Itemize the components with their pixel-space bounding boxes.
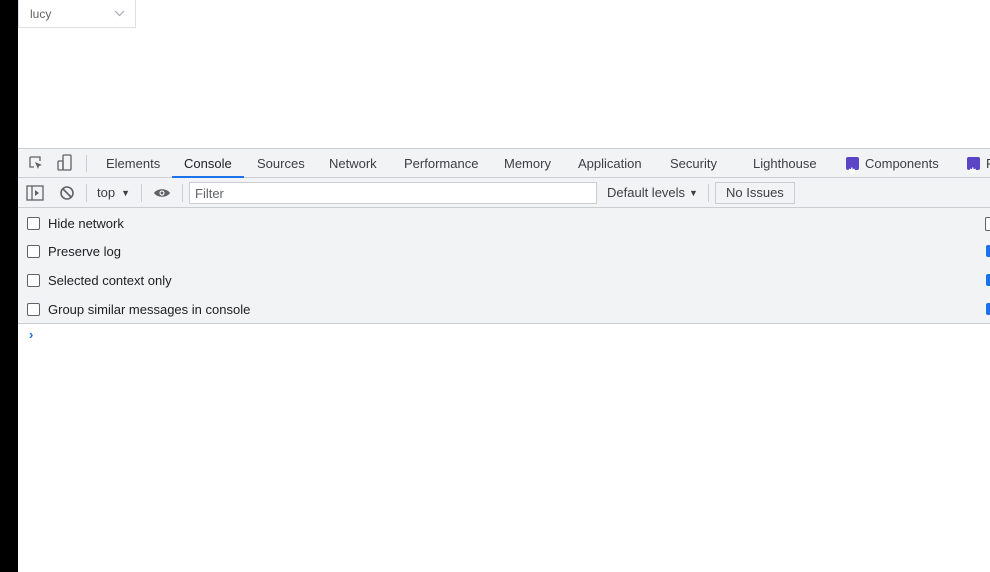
tab-elements[interactable]: Elements (106, 149, 160, 178)
tab-components-label: Components (865, 156, 939, 171)
chevron-down-icon (113, 8, 125, 20)
live-expression-eye-icon[interactable] (153, 184, 171, 202)
selected-context-only-label: Selected context only (48, 272, 172, 288)
tab-components[interactable]: Components (846, 149, 939, 186)
group-similar-option[interactable]: Group similar messages in console (27, 299, 250, 319)
console-filter-input[interactable] (189, 182, 597, 204)
preserve-log-label: Preserve log (48, 243, 121, 259)
toolbar-divider (141, 184, 142, 202)
tab-memory[interactable]: Memory (504, 149, 551, 178)
tab-network[interactable]: Network (329, 149, 377, 178)
console-toolbar: top▼ Default levels▼ No Issues (18, 178, 990, 208)
left-edge-strip (0, 0, 18, 572)
console-prompt-icon[interactable]: › (29, 327, 33, 342)
devtools-panel: Elements Console Sources Network Perform… (18, 148, 990, 572)
preserve-log-checkbox[interactable] (27, 244, 40, 258)
hide-network-option[interactable]: Hide network (27, 213, 124, 233)
group-similar-checkbox[interactable] (27, 302, 40, 316)
issues-button[interactable]: No Issues (715, 182, 795, 204)
page-content: lucy (18, 0, 990, 148)
context-dropdown-arrow-icon: ▼ (121, 188, 130, 198)
sidebar-toggle-icon[interactable] (26, 184, 44, 202)
toolbar-divider (708, 184, 709, 202)
levels-dropdown-arrow-icon: ▼ (689, 188, 698, 198)
inspect-element-icon[interactable] (27, 154, 45, 172)
toolbar-divider (182, 184, 183, 202)
clear-console-icon[interactable] (58, 184, 76, 202)
tab-profiler-label: P (986, 156, 990, 171)
right-column-checkbox[interactable] (985, 217, 990, 231)
preserve-log-option[interactable]: Preserve log (27, 241, 121, 261)
tab-security[interactable]: Security (670, 149, 717, 178)
right-column-checkbox[interactable] (986, 245, 990, 257)
device-toolbar-icon[interactable] (56, 154, 74, 172)
tab-lighthouse[interactable]: Lighthouse (753, 149, 817, 178)
react-components-icon (846, 156, 859, 186)
devtools-tab-bar: Elements Console Sources Network Perform… (18, 149, 990, 186)
tab-performance[interactable]: Performance (404, 149, 478, 178)
right-column-checkbox[interactable] (986, 303, 990, 315)
hide-network-checkbox[interactable] (27, 216, 40, 230)
user-select[interactable]: lucy (18, 0, 136, 28)
tab-sources[interactable]: Sources (257, 149, 305, 178)
react-profiler-icon (967, 156, 980, 186)
tab-application[interactable]: Application (578, 149, 642, 178)
user-select-value: lucy (30, 6, 52, 21)
group-similar-label: Group similar messages in console (48, 301, 251, 317)
selected-context-only-option[interactable]: Selected context only (27, 270, 172, 290)
hide-network-label: Hide network (48, 215, 124, 231)
context-label: top (97, 185, 116, 200)
tab-profiler[interactable]: P (967, 149, 990, 186)
log-levels-select[interactable]: Default levels ▼ (607, 185, 698, 200)
selected-context-only-checkbox[interactable] (27, 273, 40, 287)
toolbar-divider (86, 184, 87, 202)
javascript-context-select[interactable]: top ▼ (97, 185, 130, 200)
log-levels-label: Default levels (607, 185, 686, 200)
right-column-checkbox[interactable] (986, 274, 990, 286)
tab-console[interactable]: Console (184, 149, 232, 178)
console-settings-pane: Hide network Preserve log Selected conte… (18, 208, 990, 324)
tab-divider (86, 155, 87, 172)
